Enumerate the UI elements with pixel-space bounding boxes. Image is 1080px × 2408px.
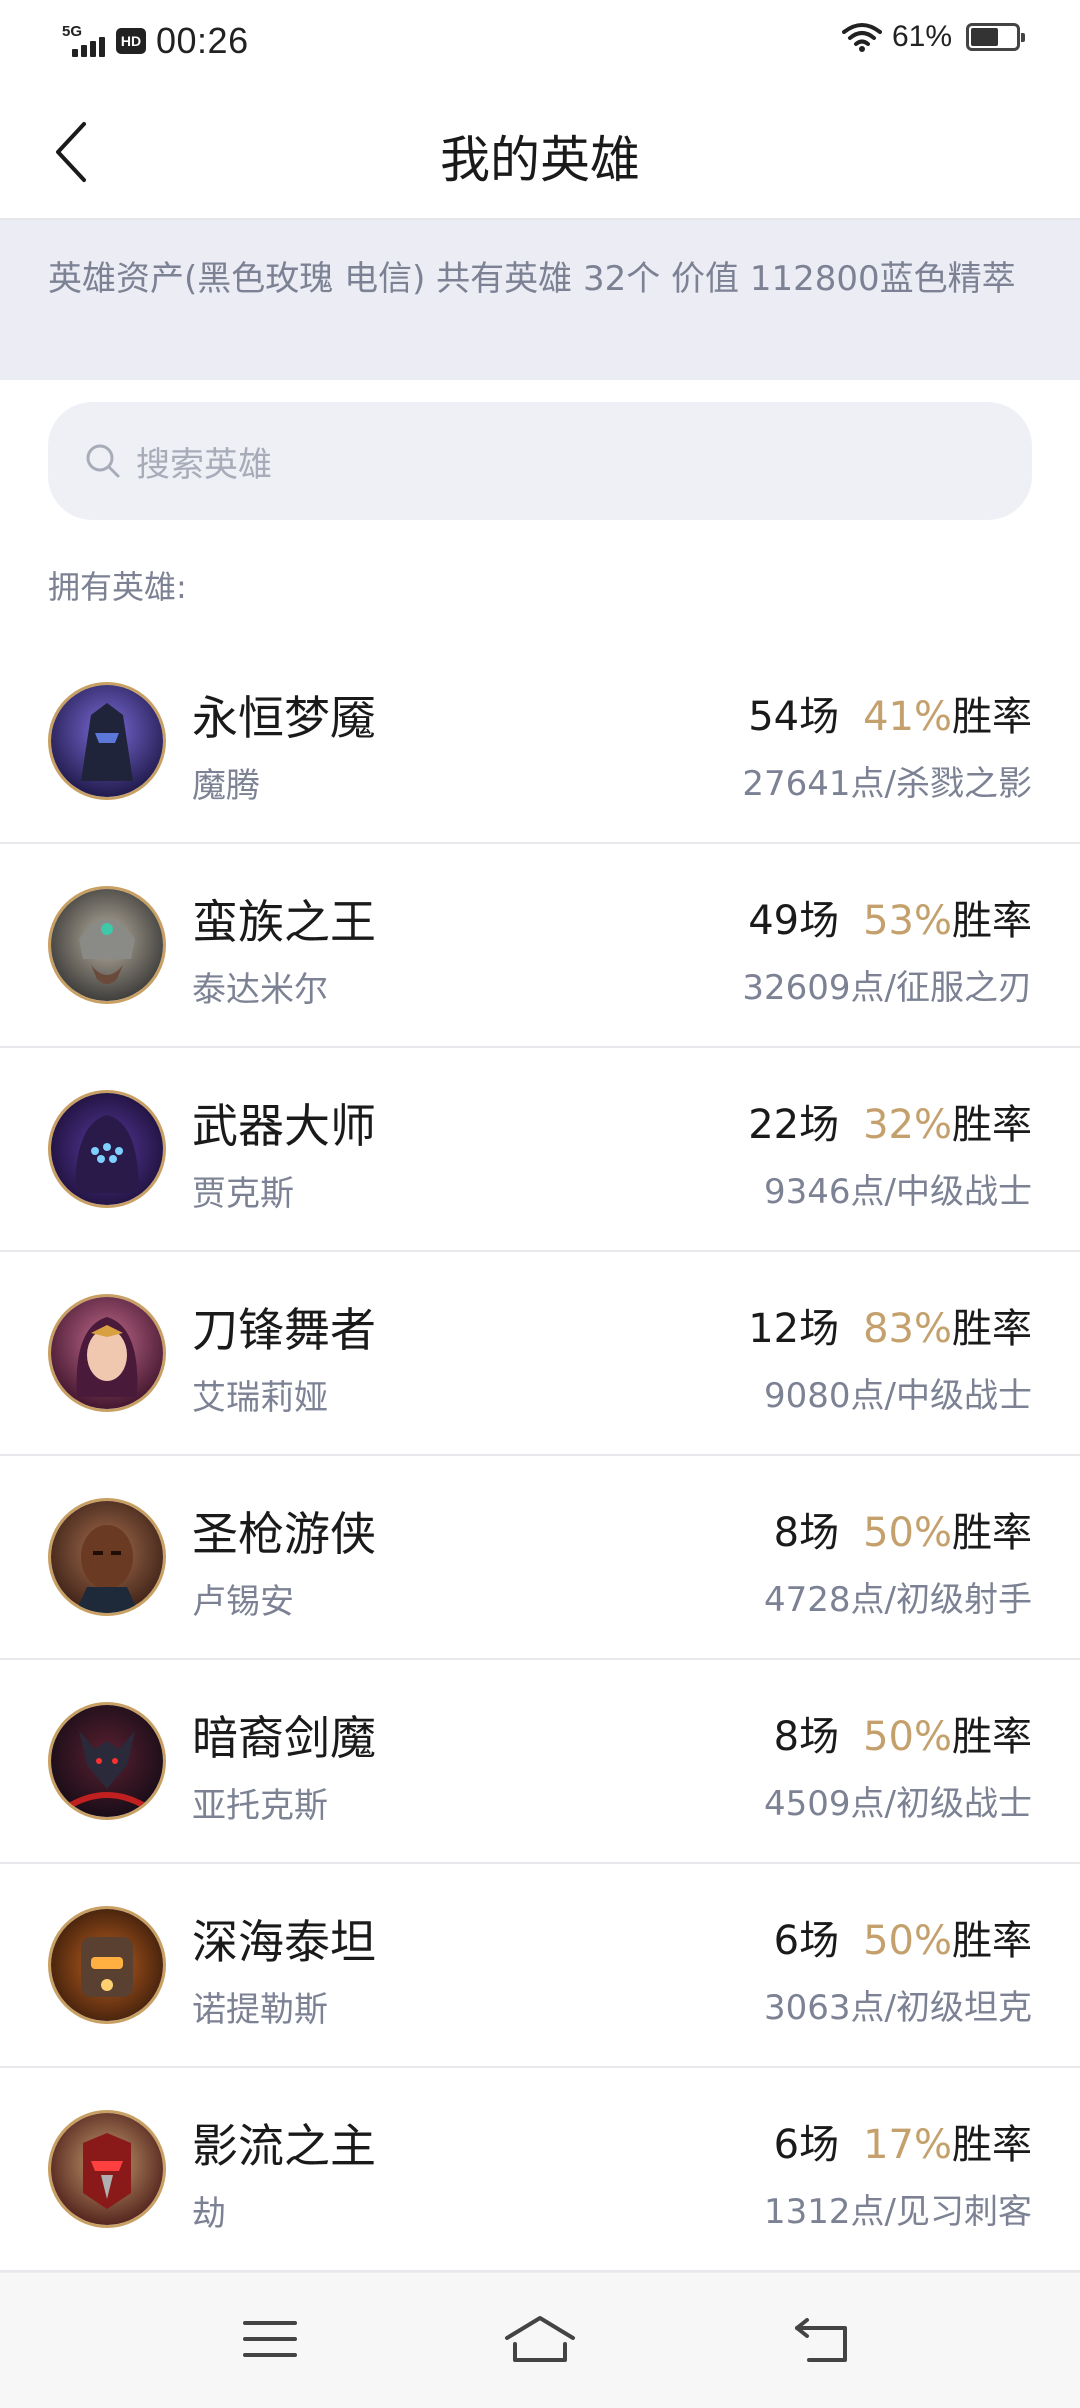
hero-points: 3063点/初级坦克	[764, 1988, 1032, 2028]
hero-row[interactable]: 刀锋舞者 艾瑞莉娅 12场 83%胜率 9080点/中级战士	[0, 1252, 1080, 1456]
hero-avatar	[48, 1906, 166, 2024]
hero-games: 49场	[748, 898, 840, 944]
hero-title: 武器大师	[192, 1099, 376, 1153]
hero-win-label: 胜率	[952, 2122, 1032, 2168]
return-icon	[795, 2318, 847, 2362]
hero-row[interactable]: 深海泰坦 诺提勒斯 6场 50%胜率 3063点/初级坦克	[0, 1864, 1080, 2068]
hero-points: 1312点/见习刺客	[764, 2192, 1032, 2232]
search-placeholder: 搜索英雄	[136, 444, 272, 485]
return-button[interactable]	[782, 2307, 862, 2371]
hero-name: 劫	[192, 2194, 226, 2234]
hero-avatar	[48, 1090, 166, 1208]
hero-title: 永恒梦魇	[192, 691, 376, 745]
battery-percent: 61%	[891, 20, 952, 53]
page-header: 我的英雄	[0, 82, 1080, 220]
search-icon	[86, 444, 120, 478]
hero-list: 永恒梦魇 魔腾 54场 41%胜率 27641点/杀戮之影 蛮族之王 泰达米尔 4…	[0, 640, 1080, 2272]
hero-games: 6场	[773, 2122, 840, 2168]
hero-name: 艾瑞莉娅	[192, 1378, 328, 1418]
hero-stats: 6场 50%胜率	[774, 1908, 1032, 1966]
wifi-icon	[841, 23, 882, 52]
hero-points: 9346点/中级战士	[764, 1172, 1032, 1212]
hero-games: 22场	[748, 1102, 840, 1148]
hero-row[interactable]: 武器大师 贾克斯 22场 32%胜率 9346点/中级战士	[0, 1048, 1080, 1252]
hero-avatar	[48, 1498, 166, 1616]
hero-name: 诺提勒斯	[192, 1990, 328, 2030]
hero-win-rate: 53%	[863, 898, 952, 944]
hero-title: 暗裔剑魔	[192, 1711, 376, 1765]
hero-win-label: 胜率	[952, 1102, 1032, 1148]
hero-avatar	[48, 1294, 166, 1412]
hero-avatar	[48, 886, 166, 1004]
hero-games: 6场	[773, 1918, 840, 1964]
hero-row[interactable]: 圣枪游侠 卢锡安 8场 50%胜率 4728点/初级射手	[0, 1456, 1080, 1660]
hero-asset-banner: 英雄资产(黑色玫瑰 电信) 共有英雄 32个 价值 112800蓝色精萃	[0, 220, 1080, 380]
hero-stats: 12场 83%胜率	[748, 1296, 1032, 1354]
hero-points: 9080点/中级战士	[764, 1376, 1032, 1416]
hero-win-rate: 17%	[863, 2122, 952, 2168]
system-nav-bar	[0, 2272, 1080, 2408]
hero-win-label: 胜率	[952, 1714, 1032, 1760]
hero-name: 泰达米尔	[192, 970, 328, 1010]
home-icon	[505, 2316, 575, 2362]
hero-win-label: 胜率	[952, 694, 1032, 740]
hero-title: 圣枪游侠	[192, 1507, 376, 1561]
hero-row[interactable]: 蛮族之王 泰达米尔 49场 53%胜率 32609点/征服之刃	[0, 844, 1080, 1048]
hero-avatar	[48, 1702, 166, 1820]
hero-row[interactable]: 暗裔剑魔 亚托克斯 8场 50%胜率 4509点/初级战士	[0, 1660, 1080, 1864]
hero-win-rate: 50%	[863, 1714, 952, 1760]
hero-games: 12场	[748, 1306, 840, 1352]
home-button[interactable]	[500, 2307, 580, 2371]
hd-badge: HD	[116, 28, 146, 54]
hero-games: 8场	[773, 1714, 840, 1760]
hero-win-label: 胜率	[952, 1510, 1032, 1556]
hero-win-rate: 83%	[863, 1306, 952, 1352]
hero-games: 8场	[773, 1510, 840, 1556]
hero-row[interactable]: 影流之主 劫 6场 17%胜率 1312点/见习刺客	[0, 2068, 1080, 2272]
hero-avatar	[48, 682, 166, 800]
hero-win-rate: 32%	[863, 1102, 952, 1148]
hero-stats: 6场 17%胜率	[774, 2112, 1032, 2170]
hero-games: 54场	[748, 694, 840, 740]
hero-win-rate: 50%	[863, 1510, 952, 1556]
hero-win-rate: 50%	[863, 1918, 952, 1964]
hero-row[interactable]: 永恒梦魇 魔腾 54场 41%胜率 27641点/杀戮之影	[0, 640, 1080, 844]
menu-icon	[243, 2321, 297, 2357]
owned-heroes-label: 拥有英雄:	[48, 568, 187, 606]
status-right: 61%	[841, 20, 1025, 54]
hero-win-rate: 41%	[863, 694, 952, 740]
clock: 00:26	[156, 20, 249, 61]
network-type: 5G	[62, 23, 83, 40]
search-input[interactable]: 搜索英雄	[48, 402, 1032, 520]
hero-title: 刀锋舞者	[192, 1303, 376, 1357]
status-bar: 5G HD 00:26 61%	[0, 0, 1080, 82]
hero-name: 魔腾	[192, 766, 260, 806]
hero-stats: 49场 53%胜率	[748, 888, 1032, 946]
hero-points: 27641点/杀戮之影	[742, 764, 1032, 804]
hero-stats: 22场 32%胜率	[748, 1092, 1032, 1150]
hero-stats: 8场 50%胜率	[774, 1704, 1032, 1762]
battery-icon	[966, 23, 1025, 51]
hero-stats: 54场 41%胜率	[748, 684, 1032, 742]
hero-win-label: 胜率	[952, 898, 1032, 944]
menu-button[interactable]	[230, 2307, 310, 2371]
hero-title: 深海泰坦	[192, 1915, 376, 1969]
hero-avatar	[48, 2110, 166, 2228]
hero-points: 4728点/初级射手	[764, 1580, 1032, 1620]
hero-name: 贾克斯	[192, 1174, 294, 1214]
hero-points: 32609点/征服之刃	[742, 968, 1032, 1008]
hero-stats: 8场 50%胜率	[774, 1500, 1032, 1558]
status-left: 5G HD 00:26	[62, 20, 249, 62]
hero-title: 影流之主	[192, 2119, 376, 2173]
battery-fill	[971, 28, 998, 46]
hero-title: 蛮族之王	[192, 895, 376, 949]
hero-win-label: 胜率	[952, 1918, 1032, 1964]
page-title: 我的英雄	[440, 131, 640, 189]
cellular-signal-icon: 5G	[62, 23, 110, 59]
hero-name: 亚托克斯	[192, 1786, 328, 1826]
hero-name: 卢锡安	[192, 1582, 294, 1622]
hero-win-label: 胜率	[952, 1306, 1032, 1352]
hero-points: 4509点/初级战士	[764, 1784, 1032, 1824]
